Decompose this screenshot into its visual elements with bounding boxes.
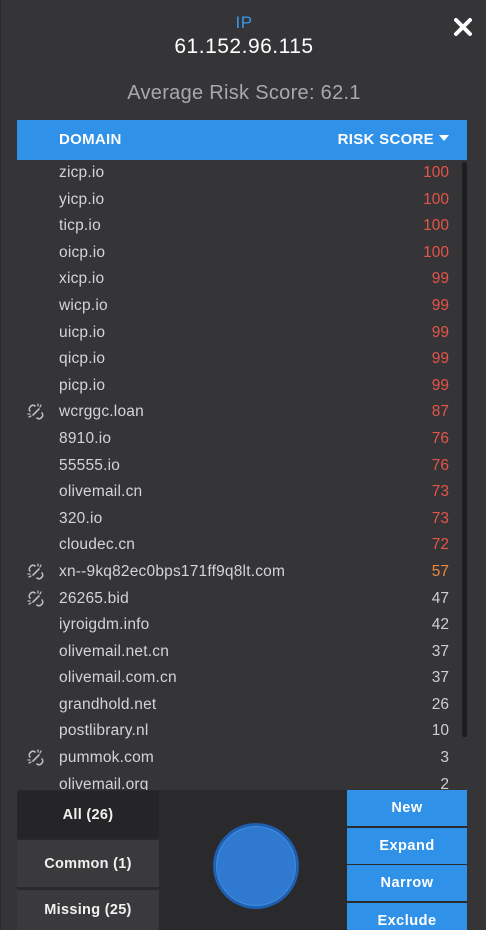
domain-name: olivemail.com.cn <box>59 669 177 687</box>
table-row[interactable]: 8910.io 76 <box>17 426 467 453</box>
risk-score: 100 <box>423 164 449 181</box>
domain-name: wcrggc.loan <box>59 403 144 421</box>
ip-detail-panel: IP 61.152.96.115 Average Risk Score: 62.… <box>0 0 486 930</box>
risk-score: 99 <box>431 296 449 314</box>
ip-value[interactable]: 61.152.96.115 <box>1 34 486 60</box>
domain-name: oicp.io <box>59 243 106 261</box>
risk-score: 73 <box>431 509 449 527</box>
risk-score: 37 <box>431 642 449 660</box>
ip-label: IP <box>235 13 253 32</box>
table-row[interactable]: olivemail.net.cn 37 <box>17 639 467 666</box>
footer-controls: All (26) Common (1) Missing (25) New Exp… <box>17 790 467 930</box>
table-row[interactable]: ticp.io 100 <box>17 213 467 240</box>
domain-name: uicp.io <box>59 323 106 341</box>
table-row[interactable]: iyroigdm.info 42 <box>17 612 467 639</box>
average-risk-score: Average Risk Score: 62.1 <box>127 82 361 104</box>
risk-score: 87 <box>431 403 449 421</box>
domain-name: yicp.io <box>59 190 105 208</box>
column-header-risk-score[interactable]: RISK SCORE <box>338 131 449 148</box>
table-row[interactable]: pummok.com 3 <box>17 745 467 772</box>
circle-button[interactable] <box>213 823 299 909</box>
risk-score: 10 <box>431 722 449 740</box>
risk-score: 99 <box>431 323 449 341</box>
risk-score: 99 <box>431 350 449 368</box>
exclude-button[interactable]: Exclude <box>347 902 467 930</box>
table-row[interactable]: uicp.io 99 <box>17 320 467 347</box>
domain-name: wicp.io <box>59 296 108 314</box>
risk-score-label: RISK SCORE <box>337 131 434 148</box>
table-row[interactable]: qicp.io 99 <box>17 346 467 373</box>
broken-link-icon <box>27 749 45 767</box>
ip-header: IP 61.152.96.115 <box>1 12 486 60</box>
table-row[interactable]: olivemail.cn 73 <box>17 479 467 506</box>
table-row[interactable]: grandhold.net 26 <box>17 692 467 719</box>
table-row[interactable]: olivemail.com.cn 37 <box>17 665 467 692</box>
table-header: DOMAIN RISK SCORE <box>17 120 467 160</box>
risk-score: 76 <box>431 456 449 474</box>
risk-score: 3 <box>440 749 449 767</box>
domain-name: postlibrary.nl <box>59 722 149 740</box>
domain-name: 8910.io <box>59 429 112 447</box>
broken-link-icon <box>27 403 45 421</box>
expand-button[interactable]: Expand <box>347 827 467 864</box>
risk-score: 47 <box>431 589 449 607</box>
risk-score: 76 <box>431 429 449 447</box>
domain-name: ticp.io <box>59 217 101 235</box>
domain-name: 26265.bid <box>59 589 129 607</box>
risk-score: 2 <box>440 775 449 790</box>
table-row[interactable]: postlibrary.nl 10 <box>17 718 467 745</box>
caret-down-icon <box>439 135 449 142</box>
table-row[interactable]: yicp.io 100 <box>17 187 467 214</box>
domain-name: olivemail.cn <box>59 483 143 501</box>
table-row[interactable]: wcrggc.loan 87 <box>17 399 467 426</box>
domain-name: 320.io <box>59 509 103 527</box>
table-row[interactable]: 26265.bid 47 <box>17 586 467 613</box>
domain-name: picp.io <box>59 376 106 394</box>
domain-name: qicp.io <box>59 350 106 368</box>
domain-name: olivemail.org <box>59 775 149 790</box>
risk-score: 99 <box>431 376 449 394</box>
table-row[interactable]: xn--9kq82ec0bps171ff9q8lt.com 57 <box>17 559 467 586</box>
domain-name: 55555.io <box>59 456 121 474</box>
broken-link-icon <box>27 563 45 581</box>
risk-score: 37 <box>431 669 449 687</box>
risk-score: 100 <box>423 190 449 208</box>
risk-score: 72 <box>431 536 449 554</box>
domain-name: iyroigdm.info <box>59 616 150 634</box>
new-button[interactable]: New <box>347 790 467 826</box>
table-row[interactable]: picp.io 99 <box>17 373 467 400</box>
risk-score: 100 <box>423 243 449 261</box>
broken-link-icon <box>27 589 45 608</box>
table-row[interactable]: oicp.io 100 <box>17 240 467 267</box>
domain-name: cloudec.cn <box>59 536 136 554</box>
domain-name: olivemail.net.cn <box>59 642 170 660</box>
filter-common[interactable]: Common (1) <box>17 839 159 887</box>
domain-rows: zicp.io 100 yicp.io 100 ticp.io 100 oicp.io 100… <box>17 160 467 790</box>
narrow-button[interactable]: Narrow <box>347 865 467 901</box>
risk-score: 99 <box>431 270 449 288</box>
table-row[interactable]: 55555.io 76 <box>17 453 467 480</box>
table-row[interactable]: wicp.io 99 <box>17 293 467 320</box>
filter-all[interactable]: All (26) <box>17 790 159 838</box>
risk-score: 42 <box>431 616 449 634</box>
risk-score: 100 <box>423 217 449 235</box>
table-row[interactable]: olivemail.org 2 <box>17 772 467 790</box>
risk-score: 57 <box>431 562 449 580</box>
domain-table[interactable]: zicp.io 100 yicp.io 100 ticp.io 100 oicp.io 100… <box>17 160 467 790</box>
column-header-domain[interactable]: DOMAIN <box>59 131 122 148</box>
action-buttons: New Expand Narrow Exclude <box>347 790 467 930</box>
risk-score: 73 <box>431 483 449 501</box>
table-row[interactable]: zicp.io 100 <box>17 160 467 187</box>
risk-score: 26 <box>431 695 449 713</box>
table-row[interactable]: xicp.io 99 <box>17 266 467 293</box>
domain-name: xn--9kq82ec0bps171ff9q8lt.com <box>59 562 286 580</box>
scrollbar[interactable] <box>462 162 467 737</box>
domain-name: xicp.io <box>59 270 105 288</box>
domain-name: zicp.io <box>59 164 105 181</box>
table-row[interactable]: cloudec.cn 72 <box>17 532 467 559</box>
domain-name: grandhold.net <box>59 695 157 713</box>
filter-missing[interactable]: Missing (25) <box>17 889 159 930</box>
domain-name: pummok.com <box>59 749 155 767</box>
table-row[interactable]: 320.io 73 <box>17 506 467 533</box>
